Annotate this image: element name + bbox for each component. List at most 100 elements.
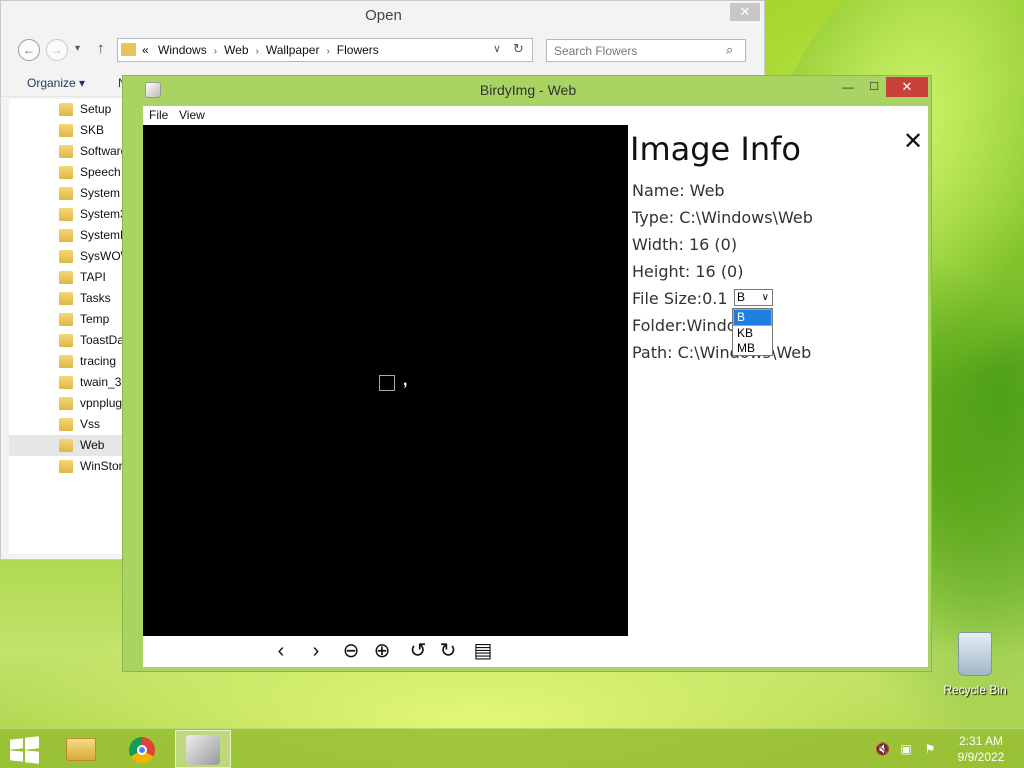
windows-logo-pane bbox=[10, 750, 23, 762]
tree-item-label: ToastDa bbox=[80, 333, 124, 347]
clock-date[interactable]: 9/9/2022 bbox=[938, 750, 1024, 764]
tree-item[interactable]: SKB bbox=[9, 120, 124, 141]
breadcrumb-windows[interactable]: Windows bbox=[158, 43, 207, 57]
window-client: File View , ‹ › ⊖ ⊕ ↺ ↻ ▤ Image Info ✕ Name: W… bbox=[143, 106, 928, 667]
organize-button[interactable]: Organize ▾ bbox=[27, 76, 85, 90]
folder-icon bbox=[59, 124, 73, 137]
tree-item[interactable]: twain_32 bbox=[9, 372, 124, 393]
tree-item[interactable]: WinStor bbox=[9, 456, 124, 477]
breadcrumb-flowers[interactable]: Flowers bbox=[337, 43, 379, 57]
folder-icon bbox=[59, 355, 73, 368]
tree-item-label: WinStor bbox=[80, 459, 123, 473]
tree-item[interactable]: Web bbox=[9, 435, 124, 456]
tree-item[interactable]: vpnplug bbox=[9, 393, 124, 414]
chevron-right-icon[interactable]: › bbox=[256, 46, 259, 57]
unit-option-mb[interactable]: MB bbox=[734, 341, 771, 356]
network-icon[interactable]: ▣ bbox=[899, 742, 913, 756]
tree-item[interactable]: Tasks bbox=[9, 288, 124, 309]
image-thumbnail bbox=[379, 375, 395, 391]
tree-item[interactable]: TAPI bbox=[9, 267, 124, 288]
tree-item[interactable]: Software bbox=[9, 141, 124, 162]
breadcrumb-overflow[interactable]: « bbox=[142, 43, 149, 57]
rotate-right-button[interactable]: ↻ bbox=[435, 639, 461, 665]
image-mark: , bbox=[403, 372, 408, 389]
chevron-right-icon[interactable]: › bbox=[214, 46, 217, 57]
previous-button[interactable]: ‹ bbox=[268, 639, 294, 665]
rotate-left-button[interactable]: ↺ bbox=[405, 639, 431, 665]
minimize-button[interactable]: — bbox=[835, 80, 861, 98]
recycle-bin-icon[interactable] bbox=[958, 632, 992, 676]
chrome-icon bbox=[129, 737, 155, 763]
tree-item-label: Software bbox=[80, 144, 124, 158]
zoom-in-button[interactable]: ⊕ bbox=[369, 639, 395, 665]
tree-item-label: SystemR bbox=[80, 228, 124, 242]
dialog-nav-bar: ← → ▾ ↑ « Windows › Web › Wallpaper › Flowers … bbox=[1, 35, 766, 65]
tree-item-label: System3 bbox=[80, 207, 124, 221]
recycle-bin-label: Recycle Bin bbox=[943, 683, 1007, 697]
chevron-down-icon[interactable]: ∨ bbox=[493, 42, 501, 55]
refresh-icon[interactable]: ↻ bbox=[513, 41, 524, 57]
recycle-bin[interactable]: Recycle Bin bbox=[940, 632, 1010, 702]
image-viewport[interactable]: , bbox=[143, 125, 628, 636]
breadcrumb-web[interactable]: Web bbox=[224, 43, 248, 57]
recent-locations-icon[interactable]: ▾ bbox=[75, 43, 80, 54]
tree-item[interactable]: SystemR bbox=[9, 225, 124, 246]
window-title: BirdyImg - Web bbox=[479, 82, 577, 98]
tree-item-label: Speech bbox=[80, 165, 121, 179]
tree-item[interactable]: Speech bbox=[9, 162, 124, 183]
file-explorer-icon bbox=[66, 738, 96, 761]
tree-item[interactable]: ToastDa bbox=[9, 330, 124, 351]
dialog-close-button[interactable]: ✕ bbox=[730, 3, 760, 21]
search-icon[interactable]: ⌕ bbox=[726, 42, 733, 58]
taskbar: 🔇 ▣ ⚑ 2:31 AM 9/9/2022 bbox=[0, 728, 1024, 768]
start-button[interactable] bbox=[8, 736, 40, 764]
folder-icon bbox=[59, 376, 73, 389]
system-tray: 🔇 ▣ ⚑ 2:31 AM 9/9/2022 bbox=[870, 729, 1024, 768]
forward-button[interactable]: → bbox=[46, 39, 68, 61]
tree-item[interactable]: Vss bbox=[9, 414, 124, 435]
chrome-icon-center bbox=[137, 745, 147, 755]
viewer-controls: ‹ › ⊖ ⊕ ↺ ↻ ▤ bbox=[143, 639, 628, 665]
tree-item[interactable]: SysWOW bbox=[9, 246, 124, 267]
up-folder-button[interactable]: ↑ bbox=[97, 40, 105, 57]
clock-time[interactable]: 2:31 AM bbox=[938, 734, 1024, 748]
app-icon[interactable] bbox=[145, 82, 161, 98]
folder-tree: Setup SKB Software Speech System System3 Syste… bbox=[9, 99, 124, 554]
speaker-muted-icon[interactable]: 🔇 bbox=[875, 742, 890, 756]
tree-item[interactable]: Setup bbox=[9, 99, 124, 120]
taskbar-birdyimg[interactable] bbox=[175, 730, 231, 768]
gallery-button[interactable]: ▤ bbox=[470, 639, 496, 665]
tree-item[interactable]: System bbox=[9, 183, 124, 204]
folder-icon bbox=[59, 271, 73, 284]
tree-item[interactable]: Temp bbox=[9, 309, 124, 330]
tree-item-label: Tasks bbox=[80, 291, 111, 305]
chevron-right-icon[interactable]: › bbox=[326, 46, 329, 57]
info-close-button[interactable]: ✕ bbox=[900, 130, 926, 156]
zoom-out-button[interactable]: ⊖ bbox=[338, 639, 364, 665]
windows-logo-pane bbox=[25, 736, 39, 750]
next-button[interactable]: › bbox=[303, 639, 329, 665]
address-bar[interactable]: « Windows › Web › Wallpaper › Flowers ∨ ↻ bbox=[117, 38, 533, 62]
back-button[interactable]: ← bbox=[18, 39, 40, 61]
menu-view[interactable]: View bbox=[179, 108, 205, 122]
maximize-button[interactable]: ☐ bbox=[861, 80, 887, 98]
folder-icon bbox=[59, 145, 73, 158]
menu-file[interactable]: File bbox=[149, 108, 168, 122]
tree-item[interactable]: System3 bbox=[9, 204, 124, 225]
taskbar-chrome[interactable] bbox=[115, 730, 171, 768]
birdyimg-icon bbox=[186, 735, 220, 765]
search-input[interactable]: Search Flowers ⌕ bbox=[546, 39, 746, 62]
tree-item[interactable]: tracing bbox=[9, 351, 124, 372]
unit-option-b[interactable]: B bbox=[733, 309, 772, 326]
taskbar-file-explorer[interactable] bbox=[53, 730, 109, 768]
folder-icon bbox=[59, 460, 73, 473]
folder-icon bbox=[59, 334, 73, 347]
unit-option-kb[interactable]: KB bbox=[734, 326, 771, 341]
folder-icon bbox=[59, 250, 73, 263]
breadcrumb-wallpaper[interactable]: Wallpaper bbox=[266, 43, 320, 57]
close-button[interactable]: ✕ bbox=[886, 77, 928, 97]
file-size-unit-select[interactable]: B ∨ bbox=[734, 289, 773, 306]
folder-icon bbox=[59, 313, 73, 326]
chevron-down-icon[interactable]: ∨ bbox=[762, 290, 769, 305]
action-center-flag-icon[interactable]: ⚑ bbox=[923, 742, 937, 756]
